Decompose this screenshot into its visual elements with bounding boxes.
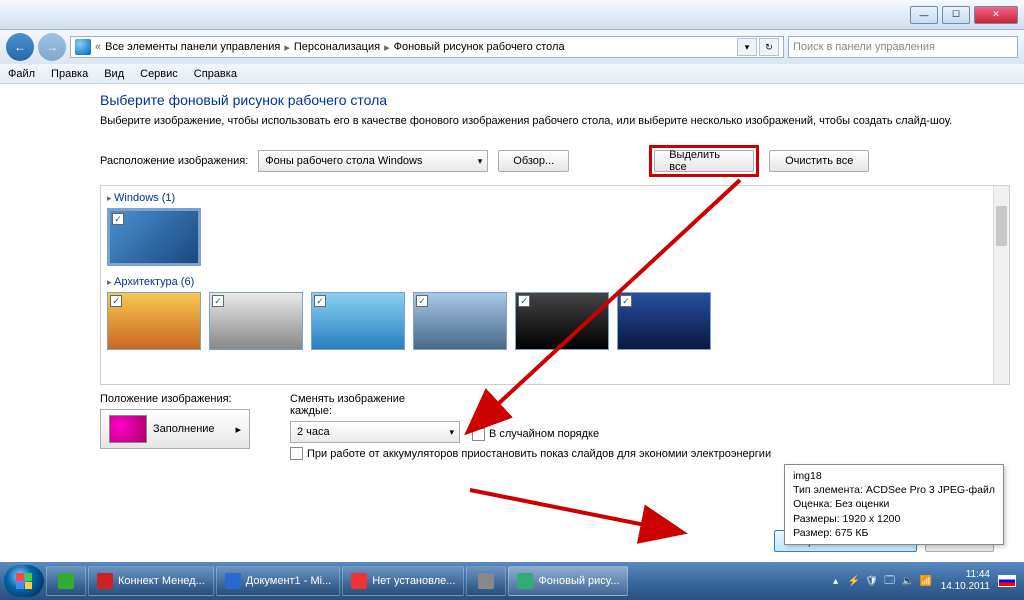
wallpaper-thumb[interactable]: ✓ [617,292,711,350]
wallpaper-thumb[interactable]: ✓ [107,208,201,266]
location-label: Расположение изображения: [100,155,248,167]
menu-bar: Файл Правка Вид Сервис Справка [0,64,1024,84]
taskbar-item[interactable]: Коннект Менед... [88,566,214,596]
category-architecture[interactable]: Архитектура (6) [107,276,1003,288]
nav-bar: ← → « Все элементы панели управления ▸ П… [0,30,1024,64]
menu-edit[interactable]: Правка [51,68,88,80]
taskbar-item[interactable]: Фоновый рису... [508,566,628,596]
wallpaper-thumb[interactable]: ✓ [311,292,405,350]
search-input[interactable]: Поиск в панели управления [788,36,1018,58]
thumb-checkbox[interactable]: ✓ [212,295,224,307]
forward-button[interactable]: → [38,33,66,61]
system-tray: ▴⚡🛡🗔🔈📶 11:44 14.10.2011 [829,569,1020,593]
wallpaper-thumb[interactable]: ✓ [515,292,609,350]
close-button[interactable]: ✕ [974,6,1018,24]
position-label: Положение изображения: [100,393,250,405]
breadcrumb-dropdown[interactable]: ▾ [737,38,757,56]
breadcrumb-seg[interactable]: Персонализация [294,41,380,53]
menu-view[interactable]: Вид [104,68,124,80]
wallpaper-gallery: Windows (1) ✓ Архитектура (6) ✓ ✓ ✓ ✓ ✓ … [100,185,1010,385]
breadcrumb[interactable]: « Все элементы панели управления ▸ Персо… [70,36,784,58]
language-indicator[interactable] [998,575,1016,587]
taskbar-item[interactable]: Документ1 - Mi... [216,566,340,596]
battery-checkbox[interactable] [290,447,303,460]
page-title: Выберите фоновый рисунок рабочего стола [100,92,1010,108]
battery-label: При работе от аккумуляторов приостановит… [307,448,771,460]
thumb-checkbox[interactable]: ✓ [314,295,326,307]
position-thumb-icon [109,415,147,443]
thumb-checkbox[interactable]: ✓ [112,213,124,225]
select-all-button[interactable]: Выделить все [654,150,754,172]
thumb-checkbox[interactable]: ✓ [518,295,530,307]
tray-icons[interactable]: ▴⚡🛡🗔🔈📶 [829,574,933,588]
interval-dropdown[interactable]: 2 часа [290,421,460,443]
location-dropdown[interactable]: Фоны рабочего стола Windows [258,150,488,172]
back-button[interactable]: ← [6,33,34,61]
refresh-button[interactable]: ↻ [759,38,779,56]
breadcrumb-seg[interactable]: Фоновый рисунок рабочего стола [394,41,565,53]
shuffle-label: В случайном порядке [489,428,599,440]
browse-button[interactable]: Обзор... [498,150,569,172]
category-windows[interactable]: Windows (1) [107,192,1003,204]
menu-help[interactable]: Справка [194,68,237,80]
menu-tools[interactable]: Сервис [140,68,178,80]
wallpaper-thumb[interactable]: ✓ [209,292,303,350]
content-area: Выберите фоновый рисунок рабочего стола … [0,84,1024,562]
taskbar-item[interactable]: Нет установле... [342,566,464,596]
maximize-button[interactable]: ☐ [942,6,970,24]
wallpaper-thumb[interactable]: ✓ [107,292,201,350]
scrollbar[interactable] [993,186,1009,384]
annotation-highlight: Выделить все [649,145,759,177]
window-chrome: — ☐ ✕ [0,0,1024,30]
shuffle-checkbox[interactable] [472,428,485,441]
taskbar-item[interactable] [46,566,86,596]
start-button[interactable] [4,565,44,597]
control-panel-icon [75,39,91,55]
menu-file[interactable]: Файл [8,68,35,80]
clock[interactable]: 11:44 14.10.2011 [941,569,990,593]
taskbar: Коннект Менед...Документ1 - Mi...Нет уст… [0,562,1024,600]
change-interval-label: Сменять изображение каждые: [290,393,430,417]
minimize-button[interactable]: — [910,6,938,24]
wallpaper-thumb[interactable]: ✓ [413,292,507,350]
thumb-checkbox[interactable]: ✓ [620,295,632,307]
page-description: Выберите изображение, чтобы использовать… [100,114,1010,129]
breadcrumb-seg[interactable]: Все элементы панели управления [105,41,280,53]
clear-all-button[interactable]: Очистить все [769,150,869,172]
position-dropdown[interactable]: Заполнение [100,409,250,449]
thumb-checkbox[interactable]: ✓ [416,295,428,307]
thumb-checkbox[interactable]: ✓ [110,295,122,307]
taskbar-item[interactable] [466,566,506,596]
tooltip: img18 Тип элемента: ACDSee Pro 3 JPEG-фа… [784,464,1004,545]
